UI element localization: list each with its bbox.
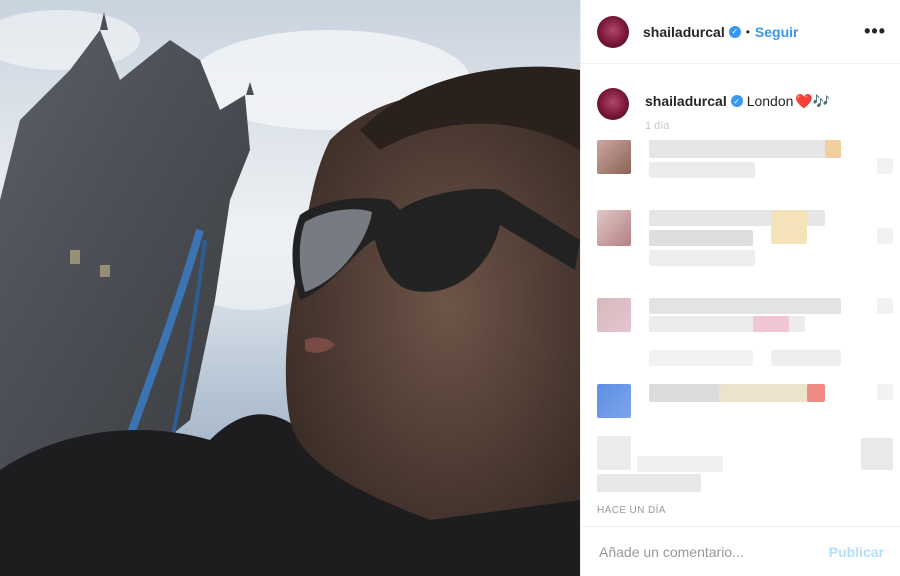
comment-text-blur — [753, 316, 789, 332]
comment-avatar-blur — [597, 298, 631, 332]
follow-button[interactable]: Seguir — [755, 24, 799, 40]
verified-check-icon: ✓ — [730, 95, 743, 107]
comment-text-blur — [649, 230, 753, 246]
caption-text: London — [746, 93, 794, 109]
comment-text-blur — [597, 474, 701, 492]
comments-section[interactable]: shailadurcal ✓ London ❤️🎶 1 día HACE UN … — [581, 64, 900, 526]
caption-emoji: ❤️🎶 — [795, 93, 831, 109]
comment-text-blur — [649, 298, 841, 314]
comment-text-blur — [649, 250, 755, 266]
comment-text-blur — [877, 298, 893, 314]
post-photo[interactable] — [0, 0, 580, 576]
comment-text-blur — [771, 210, 807, 244]
post-header: shailadurcal ✓ • Seguir ••• — [581, 0, 900, 64]
comment-text-blur — [771, 350, 841, 366]
verified-check-icon: ✓ — [728, 25, 741, 38]
separator-dot: • — [745, 24, 750, 39]
comment-avatar-blur — [597, 436, 631, 470]
comment-text-blur — [877, 158, 893, 174]
comment-input[interactable] — [597, 542, 829, 561]
post-timestamp: HACE UN DÍA — [597, 505, 666, 516]
comment-text-blur — [649, 162, 755, 178]
add-comment-bar: Publicar — [581, 526, 900, 576]
comment-text-blur — [719, 384, 809, 402]
avatar[interactable] — [597, 15, 629, 48]
caption-username[interactable]: shailadurcal — [645, 93, 727, 109]
post-side-panel: shailadurcal ✓ • Seguir ••• shailadurcal… — [580, 0, 900, 576]
comment-text-blur — [877, 384, 893, 400]
comment-avatar-blur — [597, 210, 631, 246]
comment-text-blur — [637, 456, 723, 472]
comment-text-blur — [877, 228, 893, 244]
comment-text-blur — [649, 140, 839, 158]
comment-text-blur — [807, 384, 825, 402]
header-username[interactable]: shailadurcal — [643, 24, 725, 40]
photo-illustration — [0, 0, 580, 576]
comment-text-blur — [861, 438, 893, 470]
caption-timestamp: 1 día — [645, 120, 670, 132]
comment-text-blur — [649, 350, 753, 366]
comment-avatar-blur — [597, 140, 631, 174]
comment-text-blur — [825, 140, 841, 158]
comment-avatar-blur — [597, 384, 631, 418]
more-options-icon[interactable]: ••• — [864, 21, 886, 42]
publish-button[interactable]: Publicar — [829, 544, 884, 560]
caption-avatar[interactable] — [597, 88, 629, 120]
caption-row: shailadurcal ✓ London ❤️🎶 — [581, 64, 900, 120]
